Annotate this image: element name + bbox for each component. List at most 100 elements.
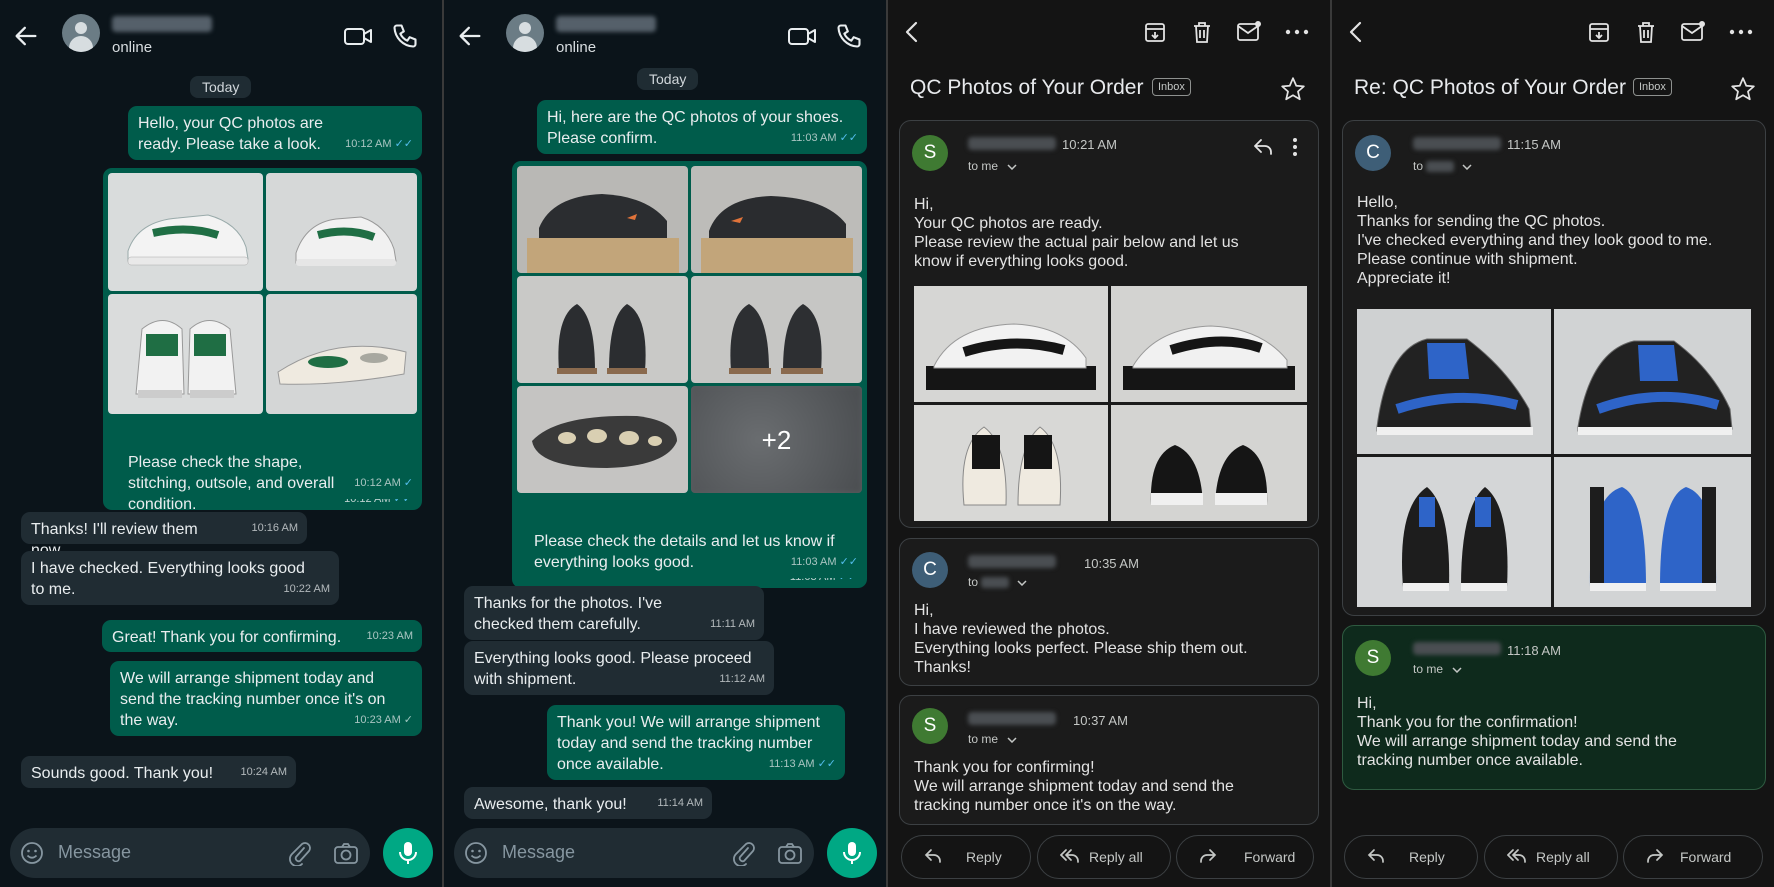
- sneaker-photo[interactable]: [914, 405, 1108, 521]
- message-input[interactable]: Message: [454, 828, 814, 878]
- contact-name-redacted[interactable]: [112, 16, 212, 32]
- reply-all-label: Reply all: [1089, 849, 1143, 865]
- recipient-text: to me: [968, 159, 999, 173]
- more-icon[interactable]: [1285, 28, 1309, 36]
- phone-icon[interactable]: [390, 22, 420, 50]
- mark-unread-icon[interactable]: [1680, 20, 1706, 42]
- back-arrow-icon[interactable]: [902, 20, 922, 44]
- avatar[interactable]: [506, 14, 544, 52]
- message-bubble[interactable]: Please check the shape, stitching, outso…: [118, 445, 422, 513]
- email-body-line: Hello,: [1357, 194, 1398, 211]
- sneaker-photo[interactable]: [914, 286, 1108, 402]
- sneaker-photo[interactable]: [1357, 457, 1551, 607]
- reply-all-icon: [1060, 849, 1079, 863]
- email-message[interactable]: C 10:35 AM to Hi, I have reviewed the ph…: [899, 538, 1319, 686]
- mic-button[interactable]: [827, 828, 877, 878]
- attach-icon[interactable]: [287, 840, 311, 866]
- sneaker-photo[interactable]: [266, 173, 417, 291]
- chat-area[interactable]: Today Hello, your QC photos are ready. P…: [0, 68, 442, 808]
- sneaker-photo[interactable]: [517, 386, 688, 493]
- sneaker-photo[interactable]: [108, 294, 263, 414]
- reply-all-button[interactable]: Reply all: [1484, 835, 1618, 879]
- chevron-down-icon: [1007, 737, 1017, 743]
- sender-avatar: S: [912, 135, 948, 171]
- more-icon[interactable]: [1292, 137, 1298, 157]
- back-arrow-icon[interactable]: [456, 22, 484, 50]
- message-bubble[interactable]: Everything looks good. Please proceed wi…: [464, 641, 774, 695]
- message-input[interactable]: Message: [10, 828, 370, 878]
- message-bubble[interactable]: Sounds good. Thank you! 10:24 AM: [21, 756, 296, 788]
- message-bubble[interactable]: Thank you! We will arrange shipment toda…: [547, 705, 845, 780]
- email-message[interactable]: S 10:37 AM to me Thank you for confirmin…: [899, 695, 1319, 825]
- mark-unread-icon[interactable]: [1236, 20, 1262, 42]
- message-bubble[interactable]: We will arrange shipment today and send …: [110, 661, 422, 736]
- message-bubble[interactable]: Thanks! I'll review them now. 10:16 AM: [21, 512, 307, 559]
- forward-label: Forward: [1244, 849, 1296, 865]
- recipient-line[interactable]: to: [1413, 159, 1472, 173]
- chat-area[interactable]: Today Hi, here are the QC photos of your…: [444, 68, 886, 819]
- attach-icon[interactable]: [731, 840, 755, 866]
- email-body-line: Thank you for confirming!: [914, 759, 1095, 776]
- recipient-line[interactable]: to me: [968, 732, 1017, 746]
- sneaker-photo[interactable]: [1554, 309, 1751, 454]
- trash-icon[interactable]: [1635, 20, 1657, 44]
- sneaker-photo[interactable]: [108, 173, 263, 291]
- reply-label: Reply: [1409, 849, 1445, 865]
- inbox-label[interactable]: Inbox: [1152, 78, 1191, 96]
- sneaker-photo[interactable]: [266, 294, 417, 414]
- sneaker-photo[interactable]: [691, 166, 862, 273]
- reply-all-button[interactable]: Reply all: [1037, 835, 1171, 879]
- forward-button[interactable]: Forward: [1176, 835, 1314, 879]
- more-photos-tile[interactable]: +2: [691, 386, 862, 493]
- message-bubble[interactable]: Great! Thank you for confirming. 10:23 A…: [102, 620, 422, 652]
- message-bubble[interactable]: Thanks for the photos. I've checked them…: [464, 586, 764, 640]
- inbox-label[interactable]: Inbox: [1633, 78, 1672, 96]
- message-bubble[interactable]: Please check the details and let us know…: [524, 524, 867, 578]
- sneaker-photo[interactable]: [1554, 457, 1751, 607]
- reply-button[interactable]: Reply: [1344, 835, 1478, 879]
- chevron-down-icon: [1452, 667, 1462, 673]
- message-bubble[interactable]: Hello, your QC photos are ready. Please …: [128, 106, 422, 160]
- sneaker-photo[interactable]: [1111, 286, 1307, 402]
- emoji-icon[interactable]: [20, 841, 44, 865]
- phone-icon[interactable]: [834, 22, 864, 50]
- message-bubble[interactable]: I have checked. Everything looks good to…: [21, 551, 339, 605]
- avatar[interactable]: [62, 14, 100, 52]
- trash-icon[interactable]: [1191, 20, 1213, 44]
- sneaker-photo[interactable]: [517, 276, 688, 383]
- reply-icon[interactable]: [1252, 137, 1274, 157]
- archive-icon[interactable]: [1587, 20, 1611, 44]
- mic-button[interactable]: [383, 828, 433, 878]
- message-time: 10:23 AM: [354, 714, 401, 726]
- recipient-line[interactable]: to me: [968, 159, 1017, 173]
- camera-icon[interactable]: [333, 841, 359, 865]
- message-text: We will arrange shipment today and send …: [120, 670, 386, 729]
- read-receipt-icon: ✓✓: [394, 138, 413, 150]
- email-message[interactable]: S 10:21 AM to me Hi, Your QC photos are …: [899, 120, 1319, 528]
- video-call-icon[interactable]: [787, 22, 817, 50]
- recipient-line[interactable]: to: [968, 575, 1027, 589]
- message-bubble[interactable]: Hi, here are the QC photos of your shoes…: [537, 100, 867, 154]
- sneaker-photo[interactable]: [1111, 405, 1307, 521]
- back-arrow-icon[interactable]: [12, 22, 40, 50]
- sender-avatar: S: [1355, 640, 1391, 676]
- sneaker-photo[interactable]: [1357, 309, 1551, 454]
- more-icon[interactable]: [1729, 28, 1753, 36]
- video-call-icon[interactable]: [343, 22, 373, 50]
- sneaker-photo[interactable]: [691, 276, 862, 383]
- contact-name-redacted[interactable]: [556, 16, 656, 32]
- email-message[interactable]: C 11:15 AM to Hello, Thanks for sending …: [1342, 120, 1766, 616]
- back-arrow-icon[interactable]: [1346, 20, 1366, 44]
- archive-icon[interactable]: [1143, 20, 1167, 44]
- forward-button[interactable]: Forward: [1623, 835, 1763, 879]
- message-bubble[interactable]: Awesome, thank you! 11:14 AM: [464, 787, 712, 819]
- recipient-line[interactable]: to me: [1413, 662, 1462, 676]
- reply-button[interactable]: Reply: [901, 835, 1031, 879]
- camera-icon[interactable]: [777, 841, 803, 865]
- star-icon[interactable]: [1730, 76, 1756, 102]
- sneaker-photo[interactable]: [517, 166, 688, 273]
- email-message[interactable]: S 11:18 AM to me Hi, Thank you for the c…: [1342, 625, 1766, 790]
- emoji-icon[interactable]: [464, 841, 488, 865]
- message-time: 10:12 AM: [345, 138, 392, 150]
- star-icon[interactable]: [1280, 76, 1306, 102]
